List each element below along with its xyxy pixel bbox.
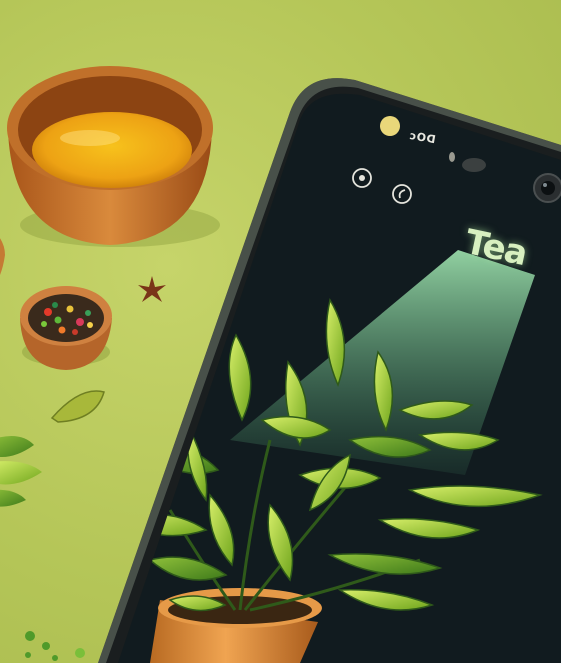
star-anise-icon [138, 276, 166, 302]
status-pill [462, 158, 486, 172]
illustration-scene: ɔOᗡ Tea [0, 0, 561, 663]
status-dot-icon [380, 116, 400, 136]
illustration-canvas [0, 66, 561, 663]
tea-liquid [32, 112, 192, 188]
spice-bowl [20, 286, 112, 370]
status-indicator [449, 152, 455, 162]
green-speckles [25, 631, 85, 661]
leaf-icon [50, 390, 105, 423]
edge-leaves [0, 436, 42, 507]
camera-icon [533, 173, 561, 203]
partial-bowl [0, 238, 5, 275]
